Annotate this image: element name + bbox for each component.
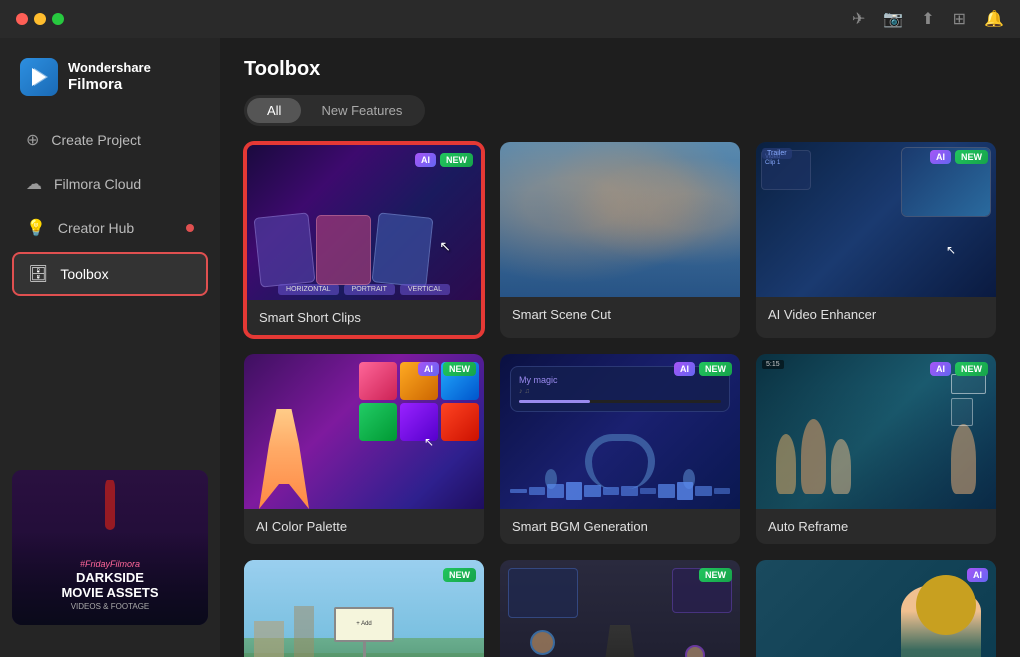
camera-icon[interactable]: 📷 [883,9,903,29]
maximize-button[interactable] [52,13,64,25]
thumb-smart-scene-cut [500,142,740,297]
promo-title: DARKSIDE MOVIE ASSETS [61,571,158,600]
thumb-smart-short-clips: HORIZONTAL PORTRAIT VERTICAL ↖ AI NEW [247,145,481,300]
badge-bgm-ai: AI [674,362,695,376]
creator-hub-dot [186,224,194,232]
filmora-cloud-icon: ☁ [26,174,42,194]
badge-group-row3-2: NEW [699,568,732,582]
creator-hub-label: Creator Hub [58,220,134,236]
bell-icon[interactable]: 🔔 [984,9,1004,29]
tool-card-auto-reframe[interactable]: 5:15 AI NEW [756,354,996,544]
badge-reframe-new: NEW [955,362,988,376]
badge-group-reframe: AI NEW [930,362,988,376]
badge-group-ai-video: AI NEW [930,150,988,164]
sidebar-item-filmora-cloud[interactable]: ☁ Filmora Cloud [12,164,208,204]
promo-text: #FridayFilmora DARKSIDE MOVIE ASSETS VID… [61,559,158,611]
badge-bgm-new: NEW [699,362,732,376]
create-project-icon: ⊕ [26,130,39,150]
title-bar-left [16,13,64,25]
badge-group-color-palette: AI NEW [418,362,476,376]
page-title: Toolbox [244,58,996,81]
sidebar-item-toolbox[interactable]: 🗄 Toolbox [12,252,208,296]
sidebar-promo[interactable]: #FridayFilmora DARKSIDE MOVIE ASSETS VID… [12,470,208,625]
thumb-row3-1: + Add ↖ NEW [244,560,484,657]
creator-hub-icon: 💡 [26,218,46,238]
sidebar-item-creator-hub[interactable]: 💡 Creator Hub [12,208,208,248]
badge-group-row3-3: AI [967,568,988,582]
send-icon[interactable]: ✈ [852,9,865,29]
thumb-row3-3: AI [756,560,996,657]
title-bar: ✈ 📷 ⬆ ⊞ 🔔 [0,0,1020,38]
minimize-button[interactable] [34,13,46,25]
promo-subtitle: VIDEOS & FOOTAGE [61,602,158,611]
badge-color-new: NEW [443,362,476,376]
tab-all[interactable]: All [247,98,301,123]
tool-label-ai-video-enhancer: AI Video Enhancer [756,297,996,332]
tool-label-smart-scene-cut: Smart Scene Cut [500,297,740,332]
badge-group-bgm: AI NEW [674,362,732,376]
badge-reframe-ai: AI [930,362,951,376]
badge-row3-3-ai: AI [967,568,988,582]
badge-row3-1-new: NEW [443,568,476,582]
title-bar-right: ✈ 📷 ⬆ ⊞ 🔔 [852,9,1004,29]
tool-card-row3-3[interactable]: AI [756,560,996,657]
badge-row3-2-new: NEW [699,568,732,582]
traffic-lights [16,13,64,25]
app-body: Wondershare Filmora ⊕ Create Project ☁ F… [0,38,1020,657]
promo-image: #FridayFilmora DARKSIDE MOVIE ASSETS VID… [12,470,208,625]
product-name: Filmora [68,76,151,94]
tool-card-row3-1[interactable]: + Add ↖ NEW [244,560,484,657]
promo-hashtag: #FridayFilmora [61,559,158,569]
close-button[interactable] [16,13,28,25]
tool-label-smart-bgm: Smart BGM Generation [500,509,740,544]
badge-new: NEW [440,153,473,167]
tools-grid-area: HORIZONTAL PORTRAIT VERTICAL ↖ AI NEW Sm… [220,126,1020,657]
logo-icon [20,58,58,96]
thumb-auto-reframe: 5:15 AI NEW [756,354,996,509]
sidebar-logo: Wondershare Filmora [0,58,220,120]
thumb-row3-2: NEW [500,560,740,657]
logo-text: Wondershare Filmora [68,60,151,94]
badge-ai-video-ai: AI [930,150,951,164]
tool-card-smart-scene-cut[interactable]: Smart Scene Cut [500,142,740,338]
sidebar: Wondershare Filmora ⊕ Create Project ☁ F… [0,38,220,657]
filmora-cloud-label: Filmora Cloud [54,176,141,192]
brand-name: Wondershare [68,60,151,76]
toolbox-icon: 🗄 [28,264,48,284]
tool-card-ai-color-palette[interactable]: ↖ AI NEW AI Color Palette [244,354,484,544]
content-header: Toolbox All New Features [220,38,1020,126]
upload-icon[interactable]: ⬆ [921,9,934,29]
tools-grid: HORIZONTAL PORTRAIT VERTICAL ↖ AI NEW Sm… [244,142,996,657]
tool-label-ai-color-palette: AI Color Palette [244,509,484,544]
tool-card-smart-short-clips[interactable]: HORIZONTAL PORTRAIT VERTICAL ↖ AI NEW Sm… [244,142,484,338]
badge-ai: AI [415,153,436,167]
main-content: Toolbox All New Features [220,38,1020,657]
badge-ai-video-new: NEW [955,150,988,164]
create-project-label: Create Project [51,132,140,148]
tool-card-smart-bgm[interactable]: My magic ♪ ♫ [500,354,740,544]
tool-label-auto-reframe: Auto Reframe [756,509,996,544]
badge-group-smart-short: AI NEW [415,153,473,167]
sidebar-nav: ⊕ Create Project ☁ Filmora Cloud 💡 Creat… [0,120,220,458]
sidebar-item-create-project[interactable]: ⊕ Create Project [12,120,208,160]
thumb-smart-bgm: My magic ♪ ♫ [500,354,740,509]
thumb-ai-color-palette: ↖ AI NEW [244,354,484,509]
tool-card-row3-2[interactable]: NEW [500,560,740,657]
thumb-ai-video-enhancer: VideoClip 1 ↖ AI NEW Trailer [756,142,996,297]
grid-icon[interactable]: ⊞ [953,9,966,29]
toolbox-label: Toolbox [60,266,108,282]
tab-bar: All New Features [244,95,425,126]
tab-new-features[interactable]: New Features [301,98,422,123]
badge-color-ai: AI [418,362,439,376]
tool-label-smart-short-clips: Smart Short Clips [247,300,481,335]
badge-group-row3-1: NEW [443,568,476,582]
tool-card-ai-video-enhancer[interactable]: VideoClip 1 ↖ AI NEW Trailer AI Video En… [756,142,996,338]
